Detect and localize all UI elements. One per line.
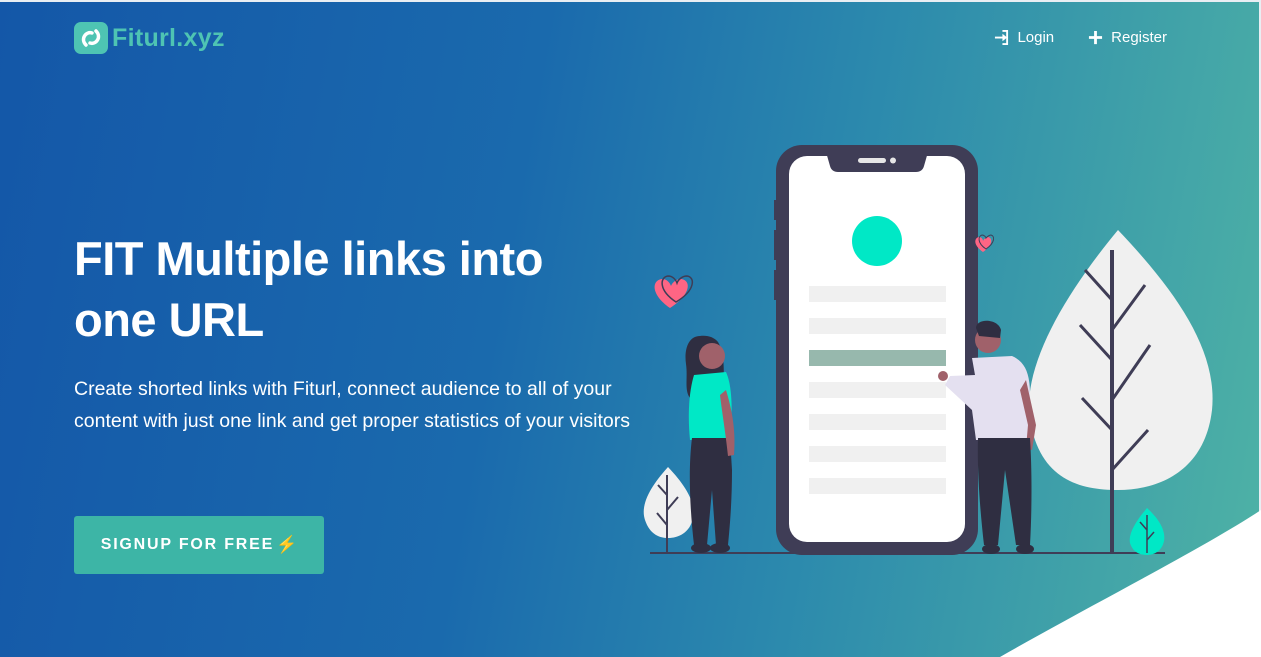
window-top-border (0, 0, 1261, 2)
hero-illustration (643, 145, 1213, 555)
top-nav: Login Register (994, 29, 1167, 46)
login-label: Login (1017, 29, 1055, 46)
brand-name: Fiturl.xyz (112, 23, 225, 52)
phone-mockup (774, 145, 978, 555)
large-tree (1028, 230, 1213, 553)
register-link[interactable]: Register (1088, 29, 1167, 46)
woman-figure (685, 335, 735, 553)
sign-in-icon (995, 30, 1009, 45)
heart-icon-small (975, 234, 995, 252)
register-label: Register (1111, 29, 1167, 46)
brand-logo[interactable]: Fiturl.xyz (74, 22, 225, 54)
hero-title: FIT Multiple links into one URL (74, 232, 543, 346)
small-tree-right (1129, 508, 1165, 555)
lightning-icon: ⚡ (276, 535, 298, 554)
signup-button[interactable]: SIGNUP FOR FREE ⚡ (74, 516, 324, 574)
link-chain-icon (74, 22, 108, 54)
signup-button-label: SIGNUP FOR FREE (100, 536, 275, 553)
small-tree-left (643, 467, 694, 553)
login-link[interactable]: Login (994, 29, 1054, 46)
heart-icon-large (654, 275, 694, 308)
hero-subtitle: Create shorted links with Fiturl, connec… (74, 378, 631, 432)
plus-icon (1089, 30, 1103, 45)
